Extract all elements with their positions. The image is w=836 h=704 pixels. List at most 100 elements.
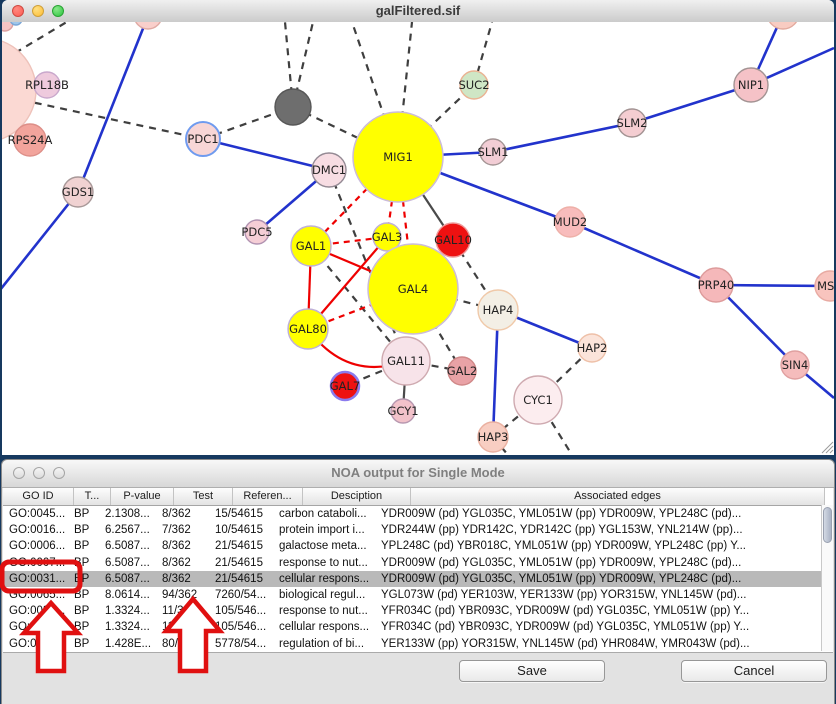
node-label-SUC2: SUC2 bbox=[458, 78, 489, 92]
table-row[interactable]: GO:0050...BP1.428E...80/3625778/54...reg… bbox=[3, 636, 833, 652]
node-label-GAL2: GAL2 bbox=[447, 364, 478, 378]
save-button[interactable]: Save bbox=[459, 660, 605, 682]
node-label-GAL11: GAL11 bbox=[387, 354, 425, 368]
table-row[interactable]: GO:0031...BP1.3324...11/362105/546...cel… bbox=[3, 619, 833, 635]
cell: cellular respons... bbox=[273, 619, 375, 635]
cell: 11/362 bbox=[156, 603, 209, 619]
node-label-GDS1: GDS1 bbox=[62, 185, 94, 199]
cell: BP bbox=[68, 522, 99, 538]
cell: biological regul... bbox=[273, 587, 375, 603]
scrollbar-thumb[interactable] bbox=[823, 507, 832, 543]
column-header-t-[interactable]: T... bbox=[74, 488, 111, 505]
column-header-associated-edges[interactable]: Associated edges bbox=[411, 488, 825, 505]
cell: cellular respons... bbox=[273, 571, 375, 587]
cell: 8/362 bbox=[156, 571, 209, 587]
network-window: galFiltered.sif RPL18BRPS24AGDS1PDC1PDC5… bbox=[2, 0, 834, 455]
edge-blue bbox=[570, 222, 716, 285]
window-title: galFiltered.sif bbox=[2, 3, 834, 18]
node-label-GAL7: GAL7 bbox=[330, 379, 361, 393]
cell: YDR009W (pd) YGL035C, YML051W (pp) YDR00… bbox=[375, 506, 783, 522]
node-label-HAP3: HAP3 bbox=[478, 430, 509, 444]
cell: GO:0031... bbox=[3, 571, 68, 587]
cell: GO:0006... bbox=[3, 538, 68, 554]
node-topnode1[interactable] bbox=[134, 22, 162, 29]
cell: response to nut... bbox=[273, 555, 375, 571]
cell: YPL248C (pd) YBR018C, YML051W (pp) YDR00… bbox=[375, 538, 783, 554]
cell: YGL073W (pd) YER103W, YER133W (pp) YOR31… bbox=[375, 587, 783, 603]
cell: YFR034C (pd) YBR093C, YDR009W (pd) YGL03… bbox=[375, 619, 783, 635]
node-label-MSN: MSN bbox=[817, 279, 834, 293]
cell: BP bbox=[68, 555, 99, 571]
node-label-NIP1: NIP1 bbox=[738, 78, 764, 92]
cell: GO:0050... bbox=[3, 636, 68, 652]
table-row[interactable]: GO:0031...BP6.5087...8/36221/54615cellul… bbox=[3, 571, 833, 587]
edge-blue bbox=[2, 192, 78, 290]
node-topnode2[interactable] bbox=[767, 22, 799, 29]
cell: GO:0065... bbox=[3, 587, 68, 603]
cell: 105/546... bbox=[209, 603, 273, 619]
cell: BP bbox=[68, 506, 99, 522]
cell: GO:0031... bbox=[3, 619, 68, 635]
cell: YER133W (pp) YOR315W, YNL145W (pd) YHR08… bbox=[375, 636, 783, 652]
node-label-PDC5: PDC5 bbox=[241, 225, 272, 239]
vertical-scrollbar[interactable] bbox=[821, 505, 833, 651]
cell: GO:0016... bbox=[3, 522, 68, 538]
node-label-SLM1: SLM1 bbox=[478, 145, 509, 159]
column-header-go-id[interactable]: GO ID bbox=[3, 488, 74, 505]
cancel-button[interactable]: Cancel bbox=[681, 660, 827, 682]
cell: 6.5087... bbox=[99, 538, 156, 554]
node-label-SLM2: SLM2 bbox=[617, 116, 648, 130]
cell: 15/54615 bbox=[209, 506, 273, 522]
cell: regulation of bi... bbox=[273, 636, 375, 652]
cell: 21/54615 bbox=[209, 538, 273, 554]
cell: YFR034C (pd) YBR093C, YDR009W (pd) YGL03… bbox=[375, 603, 783, 619]
table-row[interactable]: GO:0031...BP1.3324...11/362105/546...res… bbox=[3, 603, 833, 619]
cell: 80/362 bbox=[156, 636, 209, 652]
edge-blue bbox=[493, 123, 632, 152]
network-window-titlebar[interactable]: galFiltered.sif bbox=[2, 0, 834, 23]
node-label-MUD2: MUD2 bbox=[553, 215, 588, 229]
column-header-referen-[interactable]: Referen... bbox=[233, 488, 303, 505]
node-label-GCY1: GCY1 bbox=[387, 404, 418, 418]
noa-window-titlebar[interactable]: NOA output for Single Mode bbox=[2, 460, 834, 488]
resize-grip-icon[interactable] bbox=[822, 442, 833, 453]
table-row[interactable]: GO:0006...BP6.5087...8/36221/54615galact… bbox=[3, 538, 833, 554]
cell: BP bbox=[68, 603, 99, 619]
cell: 105/546... bbox=[209, 619, 273, 635]
column-header-desciption[interactable]: Desciption bbox=[303, 488, 411, 505]
table-row[interactable]: GO:0007...BP6.5087...8/36221/54615respon… bbox=[3, 555, 833, 571]
network-canvas[interactable]: RPL18BRPS24AGDS1PDC1PDC5MIG1DMC1SUC2SLM1… bbox=[2, 22, 834, 455]
cell: 10/54615 bbox=[209, 522, 273, 538]
node-label-GAL1: GAL1 bbox=[296, 239, 327, 253]
table-row[interactable]: GO:0065...BP8.0614...94/3627260/54...bio… bbox=[3, 587, 833, 603]
cell: BP bbox=[68, 571, 99, 587]
cell: 7260/54... bbox=[209, 587, 273, 603]
table-row[interactable]: GO:0045...BP2.1308...8/36215/54615carbon… bbox=[3, 506, 833, 522]
cell: 21/54615 bbox=[209, 571, 273, 587]
node-gray-node[interactable] bbox=[275, 89, 311, 125]
cell: 11/362 bbox=[156, 619, 209, 635]
node-label-GAL80: GAL80 bbox=[289, 322, 327, 336]
edge-blue bbox=[632, 85, 751, 123]
node-label-GAL10: GAL10 bbox=[434, 233, 472, 247]
node-label-HAP2: HAP2 bbox=[577, 341, 608, 355]
node-label-SIN4: SIN4 bbox=[782, 358, 809, 372]
cell: 8.0614... bbox=[99, 587, 156, 603]
node-label-PRP40: PRP40 bbox=[698, 278, 735, 292]
column-header-p-value[interactable]: P-value bbox=[111, 488, 174, 505]
node-label-GAL3: GAL3 bbox=[372, 230, 403, 244]
noa-output-window: NOA output for Single Mode GO IDT...P-va… bbox=[1, 459, 835, 704]
cell: response to nut... bbox=[273, 603, 375, 619]
node-label-DMC1: DMC1 bbox=[312, 163, 346, 177]
node-label-GAL4: GAL4 bbox=[398, 282, 429, 296]
cell: 8/362 bbox=[156, 538, 209, 554]
table-row[interactable]: GO:0016...BP6.2567...7/36210/54615protei… bbox=[3, 522, 833, 538]
node-label-RPS24A: RPS24A bbox=[8, 133, 53, 147]
column-header-test[interactable]: Test bbox=[174, 488, 233, 505]
cell: BP bbox=[68, 619, 99, 635]
cell: 1.3324... bbox=[99, 603, 156, 619]
cell: 21/54615 bbox=[209, 555, 273, 571]
cell: GO:0031... bbox=[3, 603, 68, 619]
cell: 6.5087... bbox=[99, 571, 156, 587]
cell: YDR009W (pd) YGL035C, YML051W (pp) YDR00… bbox=[375, 571, 783, 587]
